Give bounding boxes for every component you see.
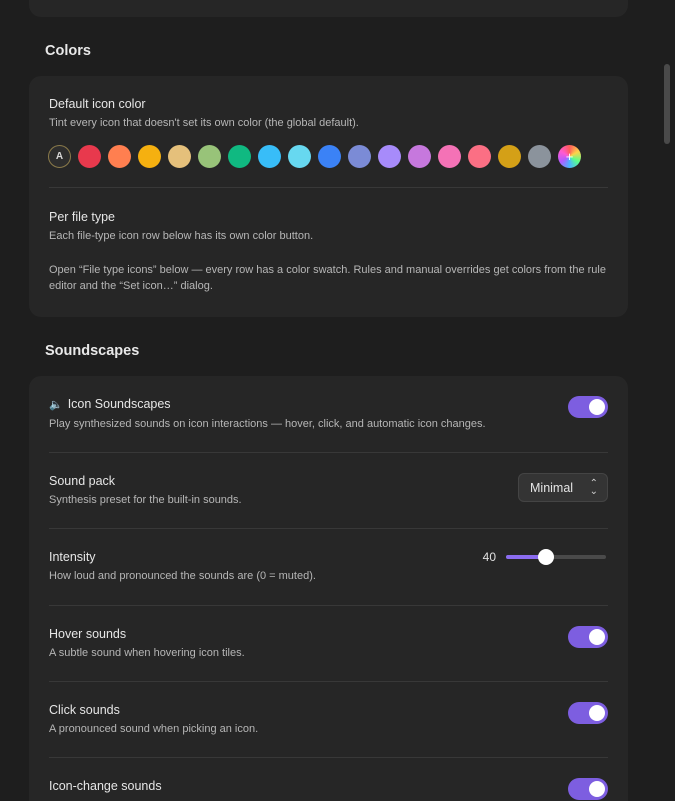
color-swatch[interactable] — [468, 145, 491, 168]
hover-sounds-toggle[interactable] — [568, 626, 608, 648]
icon-change-sounds-row: Icon-change sounds — [49, 778, 608, 794]
color-swatch[interactable] — [198, 145, 221, 168]
icon-soundscapes-description: Play synthesized sounds on icon interact… — [49, 418, 486, 430]
intensity-description: How loud and pronounced the sounds are (… — [49, 570, 316, 582]
settings-scroll-area[interactable]: Colors Default icon color Tint every ico… — [0, 0, 660, 801]
custom-color-plus-icon[interactable]: + — [558, 145, 581, 168]
click-sounds-row: Click sounds A pronounced sound when pic… — [49, 702, 608, 737]
intensity-slider[interactable] — [506, 549, 606, 565]
per-file-type-note: Open “File type icons” below — every row… — [49, 264, 606, 292]
icon-soundscapes-toggle[interactable] — [568, 396, 608, 418]
color-swatch[interactable] — [228, 145, 251, 168]
intensity-value: 40 — [482, 550, 496, 564]
color-swatch[interactable] — [108, 145, 131, 168]
toggle-knob — [589, 781, 605, 797]
icon-change-sounds-title: Icon-change sounds — [49, 779, 162, 793]
color-swatch[interactable] — [438, 145, 461, 168]
default-icon-color-title: Default icon color — [49, 97, 146, 111]
divider — [49, 187, 608, 188]
divider — [49, 452, 608, 453]
color-swatch[interactable] — [528, 145, 551, 168]
chevron-up-down-icon: ⌃ ⌄ — [589, 478, 598, 497]
color-swatch-list: A + — [48, 145, 581, 168]
click-sounds-toggle[interactable] — [568, 702, 608, 724]
color-swatch[interactable] — [168, 145, 191, 168]
hover-sounds-title: Hover sounds — [49, 627, 127, 641]
icon-soundscapes-title-line: 🔈 Icon Soundscapes — [49, 396, 608, 413]
scrollbar-thumb[interactable] — [664, 64, 670, 144]
hover-sounds-description: A subtle sound when hovering icon tiles. — [49, 647, 245, 659]
color-swatch[interactable] — [288, 145, 311, 168]
icon-change-sounds-toggle[interactable] — [568, 778, 608, 800]
soundscapes-card: 🔈 Icon Soundscapes Play synthesized sound… — [29, 376, 628, 801]
previous-settings-card — [29, 0, 628, 17]
colors-card: Default icon color Tint every icon that … — [29, 76, 628, 317]
sound-pack-select[interactable]: Minimal ⌃ ⌄ — [518, 473, 608, 502]
click-sounds-description: A pronounced sound when picking an icon. — [49, 723, 259, 735]
color-swatch[interactable] — [348, 145, 371, 168]
speaker-icon: 🔈 — [49, 399, 63, 411]
hover-sounds-row: Hover sounds A subtle sound when hoverin… — [49, 626, 608, 661]
color-swatch[interactable] — [378, 145, 401, 168]
color-swatch[interactable] — [138, 145, 161, 168]
color-swatch[interactable] — [258, 145, 281, 168]
scrollbar[interactable] — [660, 0, 675, 801]
icon-soundscapes-row: 🔈 Icon Soundscapes Play synthesized sound… — [49, 396, 608, 432]
color-swatch[interactable] — [498, 145, 521, 168]
sound-pack-selected-value: Minimal — [530, 480, 574, 495]
colors-section-title: Colors — [45, 43, 91, 59]
per-file-type-title: Per file type — [49, 210, 116, 224]
toggle-knob — [589, 705, 605, 721]
toggle-knob — [589, 629, 605, 645]
click-sounds-title: Click sounds — [49, 703, 120, 717]
color-swatch[interactable] — [408, 145, 431, 168]
divider — [49, 757, 608, 758]
color-swatch[interactable] — [318, 145, 341, 168]
toggle-knob — [589, 399, 605, 415]
divider — [49, 681, 608, 682]
divider — [49, 528, 608, 529]
color-swatch[interactable] — [78, 145, 101, 168]
divider — [49, 605, 608, 606]
intensity-slider-thumb[interactable] — [538, 549, 554, 565]
per-file-type-description: Each file-type icon row below has its ow… — [49, 230, 314, 242]
icon-soundscapes-title: Icon Soundscapes — [67, 397, 171, 411]
default-icon-color-row: Default icon color Tint every icon that … — [49, 96, 608, 131]
soundscapes-section-title: Soundscapes — [45, 343, 140, 359]
per-file-type-row: Per file type Each file-type icon row be… — [49, 209, 608, 294]
default-icon-color-description: Tint every icon that doesn't set its own… — [49, 117, 359, 129]
auto-color-swatch[interactable]: A — [48, 145, 71, 168]
